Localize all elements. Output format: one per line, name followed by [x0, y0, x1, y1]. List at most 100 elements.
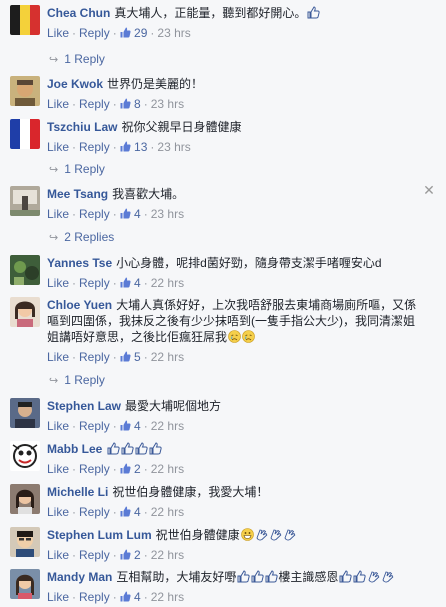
close-icon[interactable]: ✕ — [423, 183, 435, 197]
like-count[interactable]: 4 — [134, 276, 141, 290]
clapping-hands-icon — [255, 528, 268, 541]
avatar[interactable] — [10, 484, 40, 514]
commenter-name[interactable]: Michelle Li — [47, 485, 108, 499]
thumbs-up-icon — [265, 570, 278, 583]
like-count[interactable]: 8 — [134, 97, 141, 111]
clapping-hands-icon — [269, 528, 282, 541]
avatar[interactable] — [10, 297, 40, 327]
reply-arrow-icon: ↪ — [49, 232, 59, 244]
reply-link[interactable]: Reply — [79, 350, 110, 364]
like-count-icon — [120, 590, 131, 602]
avatar[interactable] — [10, 398, 40, 428]
like-count[interactable]: 13 — [134, 140, 147, 154]
comment-text: 最愛大埔呢個地方 — [125, 399, 222, 413]
timestamp[interactable]: 23 hrs — [157, 140, 190, 154]
view-replies-link[interactable]: ↪ 2 Replies — [49, 229, 114, 246]
reply-link[interactable]: Reply — [79, 590, 110, 604]
clapping-hands-icon — [283, 528, 296, 541]
like-link[interactable]: Like — [47, 97, 69, 111]
like-link[interactable]: Like — [47, 590, 69, 604]
like-link[interactable]: Like — [47, 26, 69, 40]
reply-link[interactable]: Reply — [79, 207, 110, 221]
thumbs-up-icon — [307, 6, 320, 19]
reply-link[interactable]: Reply — [79, 548, 110, 562]
thumbs-up-icon — [353, 570, 366, 583]
commenter-name[interactable]: Mandy Man — [47, 570, 112, 584]
avatar[interactable] — [10, 441, 40, 471]
thumbs-up-icon — [107, 442, 120, 455]
avatar[interactable] — [10, 76, 40, 106]
reply-link[interactable]: Reply — [79, 505, 110, 519]
timestamp[interactable]: 23 hrs — [151, 207, 184, 221]
avatar[interactable] — [10, 119, 40, 149]
commenter-name[interactable]: Yannes Tse — [47, 256, 112, 270]
crying-face-icon — [228, 330, 241, 343]
like-link[interactable]: Like — [47, 140, 69, 154]
like-count-icon — [120, 350, 131, 362]
comment-text: 祝世伯身體健康，我愛大埔！ — [112, 485, 269, 499]
timestamp[interactable]: 22 hrs — [151, 548, 184, 562]
reply-link[interactable]: Reply — [79, 419, 110, 433]
comment-text: 小心身體，呢排d菌好勁，隨身帶支潔手啫喱安心d — [116, 256, 382, 270]
like-count[interactable]: 2 — [134, 548, 141, 562]
comment-text: 世界仍是美麗的！ — [107, 77, 204, 91]
commenter-name[interactable]: Stephen Law — [47, 399, 121, 413]
view-replies-link[interactable]: ↪ 1 Reply — [49, 372, 105, 389]
like-link[interactable]: Like — [47, 548, 69, 562]
thumbs-up-icon — [339, 570, 352, 583]
comment-text: 祝世伯身體健康 — [155, 528, 240, 542]
like-link[interactable]: Like — [47, 276, 69, 290]
like-count[interactable]: 4 — [134, 590, 141, 604]
reply-link[interactable]: Reply — [79, 276, 110, 290]
like-count-icon — [120, 97, 131, 109]
reply-arrow-icon: ↪ — [49, 54, 59, 66]
timestamp[interactable]: 22 hrs — [151, 419, 184, 433]
like-link[interactable]: Like — [47, 419, 69, 433]
reply-link[interactable]: Reply — [79, 97, 110, 111]
like-link[interactable]: Like — [47, 505, 69, 519]
like-count[interactable]: 2 — [134, 462, 141, 476]
like-link[interactable]: Like — [47, 462, 69, 476]
timestamp[interactable]: 22 hrs — [151, 350, 184, 364]
reply-link[interactable]: Reply — [79, 140, 110, 154]
avatar[interactable] — [10, 5, 40, 35]
timestamp[interactable]: 22 hrs — [151, 590, 184, 604]
like-count[interactable]: 29 — [134, 26, 147, 40]
timestamp[interactable]: 23 hrs — [157, 26, 190, 40]
commenter-name[interactable]: Mee Tsang — [47, 187, 108, 201]
reply-link[interactable]: Reply — [79, 462, 110, 476]
avatar[interactable] — [10, 569, 40, 599]
timestamp[interactable]: 22 hrs — [151, 276, 184, 290]
commenter-name[interactable]: Mabb Lee — [47, 442, 102, 456]
avatar[interactable] — [10, 255, 40, 285]
timestamp[interactable]: 22 hrs — [151, 462, 184, 476]
reply-link[interactable]: Reply — [79, 26, 110, 40]
like-count[interactable]: 4 — [134, 419, 141, 433]
comment-text: 樓主識感恩 — [278, 570, 339, 584]
like-count[interactable]: 4 — [134, 207, 141, 221]
like-count-icon — [120, 505, 131, 517]
avatar[interactable] — [10, 527, 40, 557]
comment-text: 祝你父親早日身體健康 — [121, 120, 242, 134]
commenter-name[interactable]: Joe Kwok — [47, 77, 103, 91]
like-count-icon — [120, 207, 131, 219]
commenter-name[interactable]: Stephen Lum Lum — [47, 528, 152, 542]
view-replies-link[interactable]: ↪ 1 Reply — [49, 51, 105, 68]
like-count-icon — [120, 548, 131, 560]
like-link[interactable]: Like — [47, 207, 69, 221]
like-link[interactable]: Like — [47, 350, 69, 364]
view-replies-link[interactable]: ↪ 1 Reply — [49, 161, 105, 178]
timestamp[interactable]: 23 hrs — [151, 97, 184, 111]
commenter-name[interactable]: Tszchiu Law — [47, 120, 117, 134]
like-count-icon — [120, 140, 131, 152]
like-count[interactable]: 4 — [134, 505, 141, 519]
commenter-name[interactable]: Chloe Yuen — [47, 298, 112, 312]
like-count-icon — [120, 276, 131, 288]
like-count[interactable]: 5 — [134, 350, 141, 364]
avatar[interactable] — [10, 186, 40, 216]
thumbs-up-icon — [135, 442, 148, 455]
like-count-icon — [120, 419, 131, 431]
like-count-icon — [120, 26, 131, 38]
timestamp[interactable]: 22 hrs — [151, 505, 184, 519]
commenter-name[interactable]: Chea Chun — [47, 6, 110, 20]
